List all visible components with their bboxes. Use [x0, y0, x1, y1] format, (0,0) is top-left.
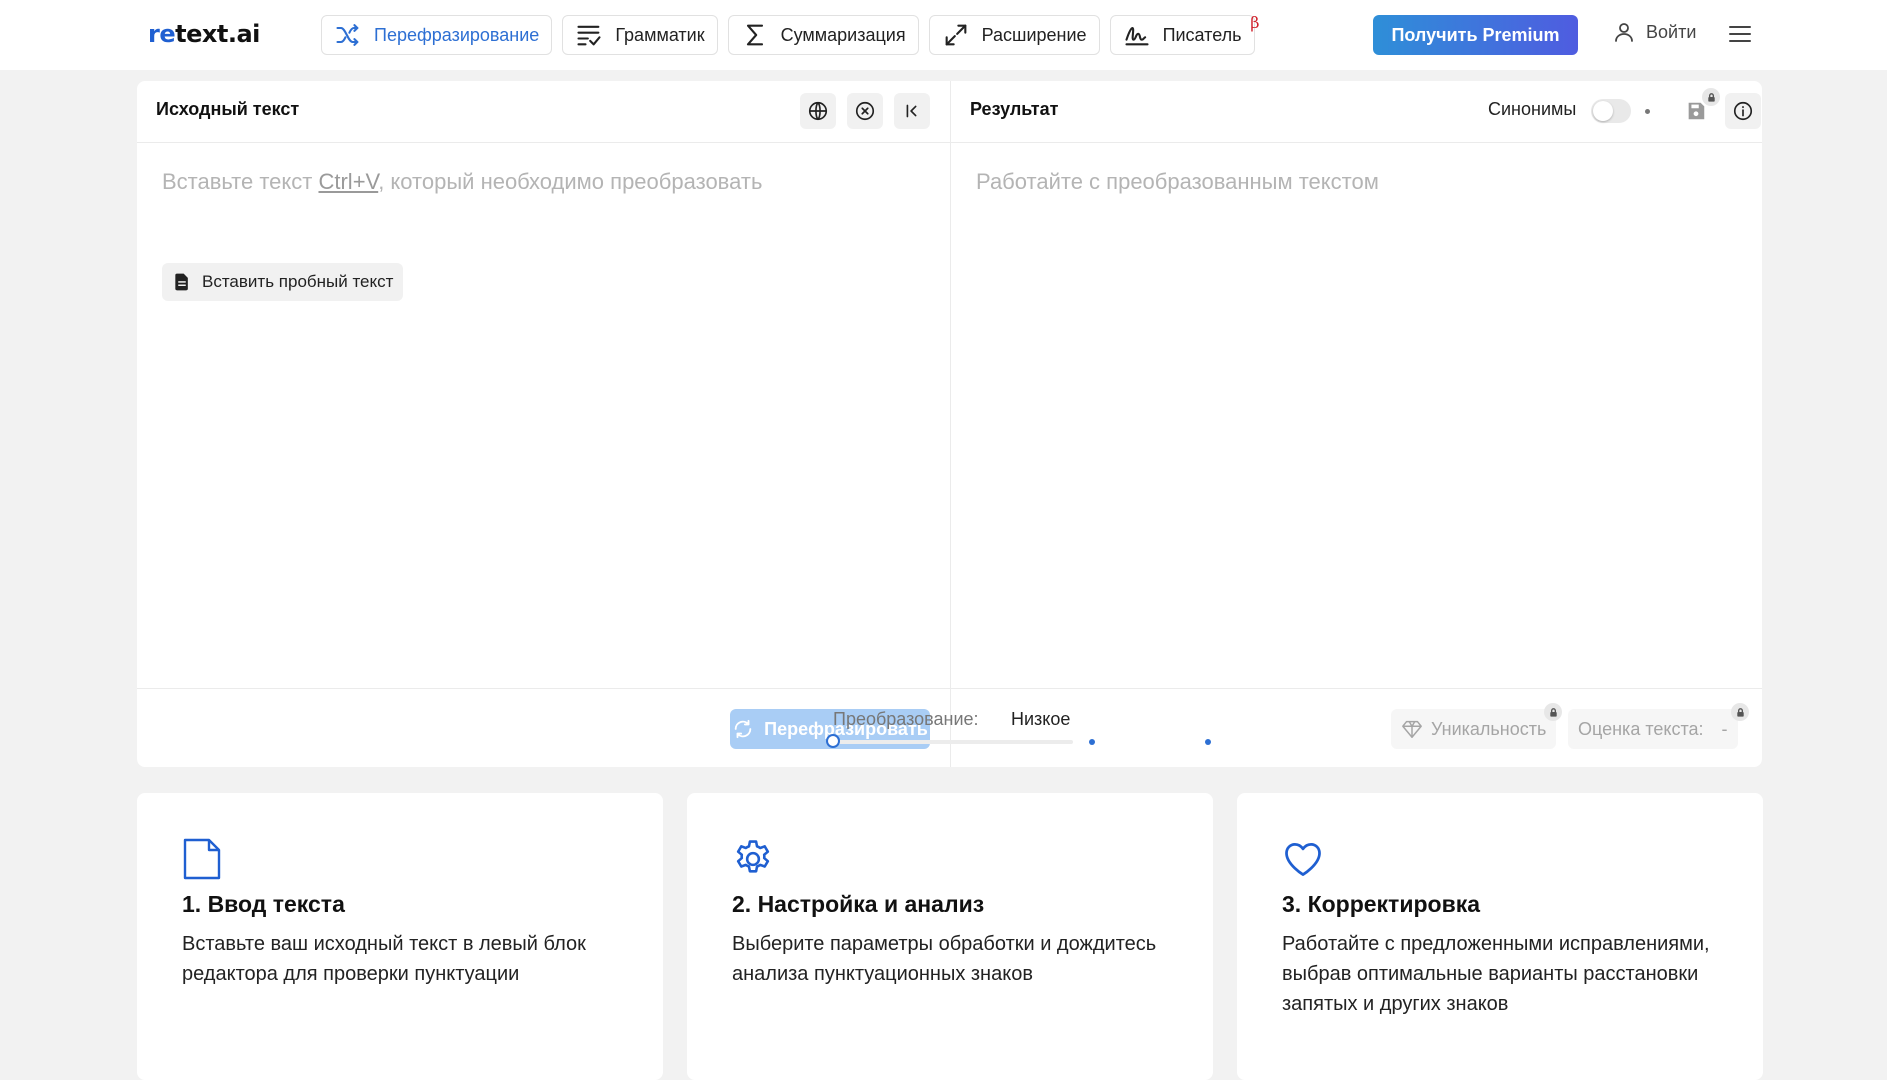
beta-badge: β: [1250, 13, 1260, 32]
login-label: Войти: [1646, 21, 1697, 42]
result-title: Результат: [970, 99, 1059, 119]
footer-divider: [137, 688, 1762, 689]
source-placeholder[interactable]: Вставьте текст Ctrl+V, который необходим…: [162, 169, 762, 195]
sigma-icon: [746, 24, 763, 46]
step-card-settings: 2. Настройка и анализ Выберите параметры…: [687, 793, 1213, 1080]
lock-icon: [1707, 92, 1715, 102]
collapse-left-icon: [906, 104, 917, 118]
save-lock-badge: [1702, 88, 1720, 106]
score-lock-badge: [1731, 703, 1749, 721]
uniqueness-button[interactable]: Уникальность: [1391, 709, 1557, 749]
text-score-label: Оценка текста:: [1578, 718, 1704, 739]
paste-shortcut: Ctrl+V: [318, 169, 379, 194]
nav-expand-label: Расширение: [981, 24, 1087, 45]
result-placeholder: Работайте с преобразованным текстом: [976, 169, 1379, 194]
nav-summarize[interactable]: Суммаризация: [727, 15, 919, 55]
nav-summarize-label: Суммаризация: [780, 24, 906, 45]
user-icon: [1615, 23, 1633, 42]
text-score-value: -: [1721, 718, 1728, 739]
heart-icon: [1285, 842, 1321, 876]
insert-sample-button[interactable]: Вставить пробный текст: [162, 263, 404, 301]
step-card-input: 1. Ввод текста Вставьте ваш исходный тек…: [137, 793, 663, 1080]
signature-icon: [1125, 26, 1149, 46]
editor-panel: Исходный текст Вставьте текст Ctrl+V, ко…: [137, 81, 1762, 767]
mode-nav: Перефразирование Грамматик Суммаризация …: [321, 13, 1260, 55]
shuffle-icon: [336, 24, 359, 46]
uniqueness-label: Уникальность: [1431, 718, 1547, 739]
slider-stop-high[interactable]: [1205, 739, 1211, 745]
get-premium-button[interactable]: Получить Premium: [1373, 15, 1578, 55]
collapse-pane-button[interactable]: [894, 93, 930, 129]
expand-icon: [945, 24, 966, 46]
step-description: Работайте с предложенными исправлениями,…: [1282, 933, 1710, 1015]
logo[interactable]: retext.ai: [148, 20, 260, 48]
text-score-button[interactable]: Оценка текста: -: [1568, 709, 1738, 749]
transform-slider-track[interactable]: [833, 740, 1073, 744]
nav-writer[interactable]: Писатель β: [1109, 13, 1260, 55]
step-description: Выберите параметры обработки и дождитесь…: [732, 933, 1157, 985]
step-title: 2. Настройка и анализ: [732, 891, 985, 917]
step-card-correction: 3. Корректировка Работайте с предложенны…: [1237, 793, 1763, 1080]
step-title: 3. Корректировка: [1282, 891, 1481, 917]
top-bar: retext.ai Перефразирование Грамматик Сум…: [0, 0, 1887, 70]
nav-expand[interactable]: Расширение: [928, 15, 1100, 55]
document-icon: [175, 273, 188, 291]
hamburger-menu-icon[interactable]: [1728, 22, 1752, 46]
grammar-check-icon: [577, 25, 601, 46]
nav-grammar-label: Грамматик: [615, 24, 705, 45]
file-icon: [183, 838, 221, 880]
header-divider: [137, 142, 1762, 143]
synonyms-label: Синонимы: [1488, 99, 1577, 119]
pane-divider: [950, 81, 951, 767]
separator-dot: [1645, 109, 1650, 114]
diamond-icon: [1402, 720, 1422, 738]
transform-value: Низкое: [1011, 709, 1071, 729]
insert-sample-label: Вставить пробный текст: [202, 272, 394, 291]
toggle-knob: [1593, 101, 1613, 121]
nav-writer-label: Писатель: [1162, 24, 1242, 45]
refresh-icon: [734, 719, 752, 739]
lock-icon: [1736, 707, 1744, 717]
uniqueness-lock-badge: [1544, 703, 1562, 721]
nav-grammar[interactable]: Грамматик: [562, 15, 718, 55]
transform-slider-handle[interactable]: [826, 734, 840, 748]
transform-label: Преобразование:: [833, 709, 979, 729]
gear-icon: [736, 840, 770, 873]
language-button[interactable]: [800, 93, 836, 129]
nav-paraphrase[interactable]: Перефразирование: [321, 15, 553, 55]
step-description: Вставьте ваш исходный текст в левый блок…: [182, 933, 586, 985]
source-title: Исходный текст: [156, 99, 300, 119]
info-button[interactable]: [1725, 93, 1761, 129]
synonyms-toggle[interactable]: [1591, 99, 1631, 123]
info-icon: [1733, 101, 1753, 121]
clear-text-button[interactable]: [847, 93, 883, 129]
slider-stop-medium[interactable]: [1089, 739, 1095, 745]
clear-circle-icon: [855, 101, 875, 121]
step-title: 1. Ввод текста: [182, 891, 345, 917]
nav-paraphrase-label: Перефразирование: [374, 24, 540, 45]
lock-icon: [1549, 707, 1557, 717]
login-button[interactable]: Войти: [1612, 20, 1696, 44]
globe-icon: [808, 101, 828, 121]
